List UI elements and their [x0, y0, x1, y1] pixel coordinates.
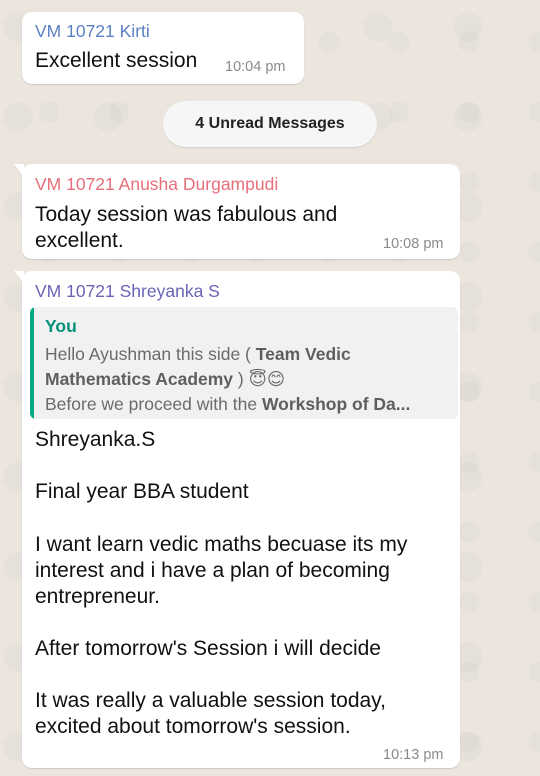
- message-time: 10:04 pm: [225, 59, 286, 75]
- message-text: It was really a valuable session today,: [35, 689, 386, 712]
- quote-line: Before we proceed with the Workshop of D…: [45, 392, 410, 416]
- quote-accent-bar: [30, 307, 34, 419]
- message-text: Final year BBA student: [35, 480, 249, 503]
- message-text: entrepreneur.: [35, 585, 160, 608]
- quote-line: Hello Ayushman this side ( Team Vedic: [45, 342, 351, 366]
- bubble-tail: [14, 164, 24, 176]
- quote-text: Hello Ayushman this side (: [45, 344, 256, 364]
- quote-line: Mathematics Academy ) 😇😊: [45, 367, 285, 391]
- quote-author: You: [45, 316, 77, 336]
- message-bubble[interactable]: VM 10721 Anusha Durgampudi Today session…: [14, 164, 460, 259]
- sender-name[interactable]: VM 10721 Kirti: [35, 21, 150, 42]
- message-text: Today session was fabulous and: [35, 203, 338, 226]
- message-text: Excellent session: [35, 49, 198, 72]
- quote-bold-text: Mathematics Academy: [45, 369, 234, 389]
- quote-text: ) 😇😊: [233, 369, 286, 389]
- message-bubble[interactable]: VM 10721 Kirti Excellent session 10:04 p…: [22, 12, 304, 84]
- message-text: excellent.: [35, 229, 124, 252]
- bubble-tail: [14, 271, 24, 283]
- quoted-message[interactable]: You Hello Ayushman this side ( Team Vedi…: [30, 307, 458, 419]
- sender-name[interactable]: VM 10721 Shreyanka S: [35, 281, 220, 302]
- quote-text: Before we proceed with the: [45, 394, 262, 414]
- message-time: 10:13 pm: [383, 747, 444, 763]
- message-text: After tomorrow's Session i will decide: [35, 637, 381, 660]
- unread-messages-divider: 4 Unread Messages: [163, 101, 377, 147]
- message-time: 10:08 pm: [383, 236, 444, 252]
- message-text: excited about tomorrow's session.: [35, 715, 351, 738]
- quote-bold-text: Team Vedic: [255, 344, 351, 364]
- message-text: I want learn vedic maths becuase its my: [35, 533, 408, 556]
- unread-messages-label: 4 Unread Messages: [195, 115, 345, 132]
- message-text: interest and i have a plan of becoming: [35, 559, 390, 582]
- quote-bold-text: Workshop of Da...: [261, 394, 411, 414]
- sender-name[interactable]: VM 10721 Anusha Durgampudi: [35, 174, 278, 195]
- message-text: Shreyanka.S: [35, 428, 156, 451]
